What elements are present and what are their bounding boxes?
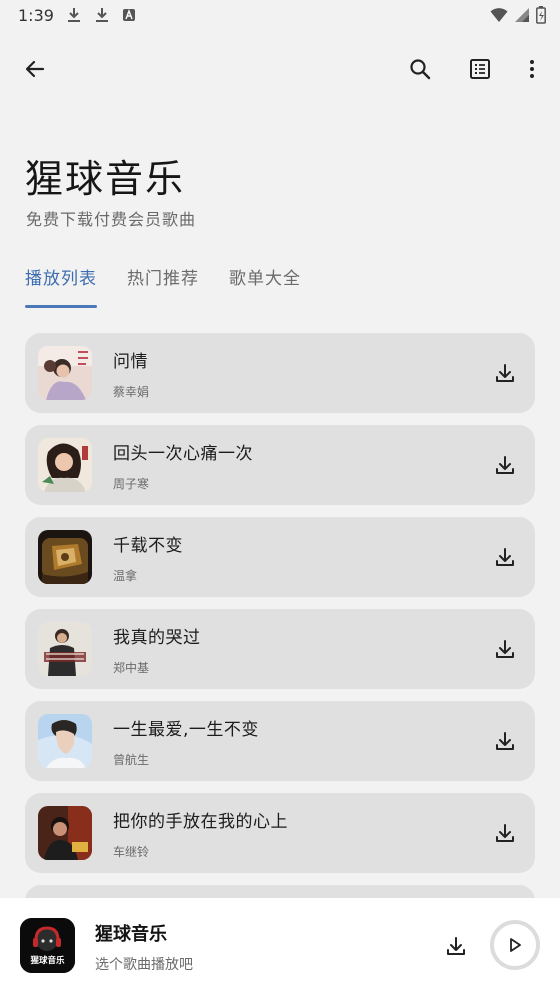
song-title: 把你的手放在我的心上	[113, 812, 288, 832]
download-icon	[496, 364, 514, 382]
album-cover	[38, 530, 92, 584]
tab-song-collections[interactable]: 歌单大全	[229, 266, 301, 308]
song-artist: 车继铃	[113, 845, 150, 859]
download-button[interactable]	[489, 725, 521, 757]
battery-icon	[536, 6, 546, 24]
status-indicators	[490, 6, 546, 24]
mini-player: 猩球音乐 猩球音乐 选个歌曲播放吧	[0, 898, 560, 995]
list-item[interactable]: 把你的手放在我的心上 车继铃	[25, 793, 535, 873]
download-icon	[496, 548, 514, 566]
play-button[interactable]	[490, 920, 540, 970]
app-logo: 猩球音乐	[20, 918, 75, 973]
back-button[interactable]	[13, 47, 57, 91]
song-title: 一生最爱,一生不变	[113, 720, 259, 740]
list-item[interactable]: 回头一次心痛一次 周子寒	[25, 425, 535, 505]
song-artist: 周子寒	[113, 477, 150, 491]
song-artist: 曾航生	[113, 753, 150, 767]
wifi-icon	[490, 8, 508, 22]
tab-bar: 播放列表 热门推荐 歌单大全	[25, 266, 301, 310]
download-button[interactable]	[489, 817, 521, 849]
player-subtitle: 选个歌曲播放吧	[95, 957, 193, 973]
song-artist: 郑中基	[113, 661, 150, 675]
status-time: 1:39	[18, 6, 54, 25]
download-button[interactable]	[489, 633, 521, 665]
back-arrow-icon	[25, 60, 45, 78]
download-icon	[496, 732, 514, 750]
list-item[interactable]: 我真的哭过 郑中基	[25, 609, 535, 689]
logo-text: 猩球音乐	[29, 955, 65, 966]
album-cover	[38, 346, 92, 400]
download-icon	[496, 456, 514, 474]
song-title: 我真的哭过	[113, 628, 201, 648]
download-button[interactable]	[489, 541, 521, 573]
list-button[interactable]	[458, 47, 502, 91]
more-vert-icon	[530, 60, 534, 78]
tab-playlist[interactable]: 播放列表	[25, 266, 97, 308]
player-download-button[interactable]	[440, 930, 472, 962]
album-cover	[38, 806, 92, 860]
player-title: 猩球音乐	[95, 924, 167, 945]
list-item[interactable]: 千载不变 温拿	[25, 517, 535, 597]
signal-icon	[515, 8, 529, 22]
song-list: 问情 蔡幸娟 回头一次心痛一次 周子寒 千载不变 温拿 我真的哭过 郑中基 一生…	[25, 333, 535, 977]
download-button[interactable]	[489, 449, 521, 481]
download-button[interactable]	[489, 357, 521, 389]
app-notification-icon	[123, 9, 135, 21]
album-cover	[38, 438, 92, 492]
page-title: 猩球音乐	[25, 157, 186, 201]
album-cover	[38, 622, 92, 676]
page-subtitle: 免费下载付费会员歌曲	[26, 210, 197, 229]
list-item[interactable]: 一生最爱,一生不变 曾航生	[25, 701, 535, 781]
download-notification-icon	[68, 8, 80, 22]
album-cover	[38, 714, 92, 768]
song-title: 回头一次心痛一次	[113, 444, 253, 464]
player-artwork: 猩球音乐	[20, 918, 75, 973]
search-icon	[410, 59, 431, 80]
download-icon	[496, 640, 514, 658]
play-icon	[510, 938, 521, 952]
song-title: 问情	[113, 352, 148, 372]
song-artist: 温拿	[113, 569, 138, 583]
list-item[interactable]: 问情 蔡幸娟	[25, 333, 535, 413]
download-notification-icon-2	[96, 8, 108, 22]
app-bar	[0, 44, 560, 96]
status-bar: 1:39	[0, 0, 560, 32]
more-options-button[interactable]	[510, 47, 554, 91]
song-title: 千载不变	[113, 536, 183, 556]
download-icon	[447, 937, 465, 955]
tab-hot-recommend[interactable]: 热门推荐	[127, 266, 199, 308]
download-icon	[496, 824, 514, 842]
search-button[interactable]	[398, 47, 442, 91]
list-icon	[470, 59, 490, 79]
song-artist: 蔡幸娟	[113, 385, 150, 399]
